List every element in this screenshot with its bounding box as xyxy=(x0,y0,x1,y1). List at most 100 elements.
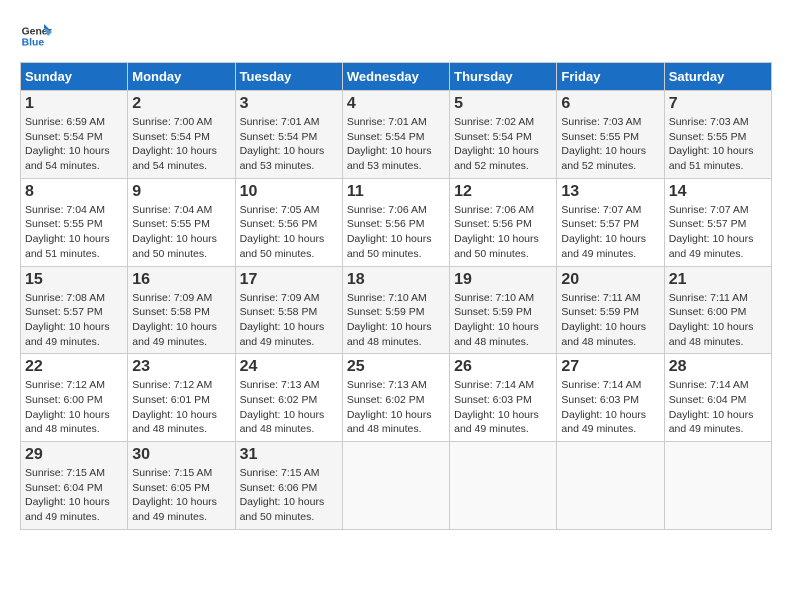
day-info: Sunrise: 7:09 AM Sunset: 5:58 PM Dayligh… xyxy=(240,291,338,350)
day-number: 6 xyxy=(561,95,659,113)
weekday-header-sunday: Sunday xyxy=(21,63,128,91)
calendar-cell: 7 Sunrise: 7:03 AM Sunset: 5:55 PM Dayli… xyxy=(664,91,771,179)
day-number: 14 xyxy=(669,183,767,201)
calendar-cell: 15 Sunrise: 7:08 AM Sunset: 5:57 PM Dayl… xyxy=(21,266,128,354)
day-number: 11 xyxy=(347,183,445,201)
day-info: Sunrise: 7:03 AM Sunset: 5:55 PM Dayligh… xyxy=(669,115,767,174)
weekday-header-friday: Friday xyxy=(557,63,664,91)
calendar-cell: 21 Sunrise: 7:11 AM Sunset: 6:00 PM Dayl… xyxy=(664,266,771,354)
day-info: Sunrise: 7:14 AM Sunset: 6:03 PM Dayligh… xyxy=(561,378,659,437)
calendar-cell: 17 Sunrise: 7:09 AM Sunset: 5:58 PM Dayl… xyxy=(235,266,342,354)
day-number: 29 xyxy=(25,446,123,464)
day-info: Sunrise: 7:10 AM Sunset: 5:59 PM Dayligh… xyxy=(454,291,552,350)
day-number: 28 xyxy=(669,358,767,376)
day-number: 18 xyxy=(347,271,445,289)
weekday-header-monday: Monday xyxy=(128,63,235,91)
day-info: Sunrise: 7:05 AM Sunset: 5:56 PM Dayligh… xyxy=(240,203,338,262)
weekday-header-thursday: Thursday xyxy=(450,63,557,91)
day-info: Sunrise: 7:14 AM Sunset: 6:04 PM Dayligh… xyxy=(669,378,767,437)
calendar-cell: 16 Sunrise: 7:09 AM Sunset: 5:58 PM Dayl… xyxy=(128,266,235,354)
calendar-cell: 19 Sunrise: 7:10 AM Sunset: 5:59 PM Dayl… xyxy=(450,266,557,354)
calendar-cell: 2 Sunrise: 7:00 AM Sunset: 5:54 PM Dayli… xyxy=(128,91,235,179)
day-number: 10 xyxy=(240,183,338,201)
day-info: Sunrise: 7:00 AM Sunset: 5:54 PM Dayligh… xyxy=(132,115,230,174)
day-number: 15 xyxy=(25,271,123,289)
calendar-cell xyxy=(450,442,557,530)
day-number: 31 xyxy=(240,446,338,464)
day-number: 23 xyxy=(132,358,230,376)
day-info: Sunrise: 7:04 AM Sunset: 5:55 PM Dayligh… xyxy=(25,203,123,262)
day-info: Sunrise: 7:07 AM Sunset: 5:57 PM Dayligh… xyxy=(561,203,659,262)
day-number: 4 xyxy=(347,95,445,113)
day-number: 19 xyxy=(454,271,552,289)
day-info: Sunrise: 7:12 AM Sunset: 6:00 PM Dayligh… xyxy=(25,378,123,437)
day-number: 9 xyxy=(132,183,230,201)
calendar-table: SundayMondayTuesdayWednesdayThursdayFrid… xyxy=(20,62,772,530)
calendar-cell: 13 Sunrise: 7:07 AM Sunset: 5:57 PM Dayl… xyxy=(557,178,664,266)
day-number: 13 xyxy=(561,183,659,201)
day-info: Sunrise: 7:03 AM Sunset: 5:55 PM Dayligh… xyxy=(561,115,659,174)
day-info: Sunrise: 7:01 AM Sunset: 5:54 PM Dayligh… xyxy=(347,115,445,174)
day-info: Sunrise: 7:09 AM Sunset: 5:58 PM Dayligh… xyxy=(132,291,230,350)
calendar-cell: 22 Sunrise: 7:12 AM Sunset: 6:00 PM Dayl… xyxy=(21,354,128,442)
day-info: Sunrise: 7:13 AM Sunset: 6:02 PM Dayligh… xyxy=(347,378,445,437)
day-number: 5 xyxy=(454,95,552,113)
svg-text:Blue: Blue xyxy=(22,38,45,49)
calendar-cell: 12 Sunrise: 7:06 AM Sunset: 5:56 PM Dayl… xyxy=(450,178,557,266)
calendar-cell: 20 Sunrise: 7:11 AM Sunset: 5:59 PM Dayl… xyxy=(557,266,664,354)
day-info: Sunrise: 7:14 AM Sunset: 6:03 PM Dayligh… xyxy=(454,378,552,437)
calendar-cell: 24 Sunrise: 7:13 AM Sunset: 6:02 PM Dayl… xyxy=(235,354,342,442)
day-number: 20 xyxy=(561,271,659,289)
day-number: 7 xyxy=(669,95,767,113)
calendar-cell: 8 Sunrise: 7:04 AM Sunset: 5:55 PM Dayli… xyxy=(21,178,128,266)
day-number: 12 xyxy=(454,183,552,201)
day-number: 16 xyxy=(132,271,230,289)
day-info: Sunrise: 7:06 AM Sunset: 5:56 PM Dayligh… xyxy=(454,203,552,262)
day-number: 26 xyxy=(454,358,552,376)
calendar-cell: 31 Sunrise: 7:15 AM Sunset: 6:06 PM Dayl… xyxy=(235,442,342,530)
calendar-cell: 28 Sunrise: 7:14 AM Sunset: 6:04 PM Dayl… xyxy=(664,354,771,442)
weekday-header-wednesday: Wednesday xyxy=(342,63,449,91)
day-number: 17 xyxy=(240,271,338,289)
day-info: Sunrise: 7:11 AM Sunset: 5:59 PM Dayligh… xyxy=(561,291,659,350)
day-number: 30 xyxy=(132,446,230,464)
calendar-cell: 18 Sunrise: 7:10 AM Sunset: 5:59 PM Dayl… xyxy=(342,266,449,354)
day-info: Sunrise: 7:10 AM Sunset: 5:59 PM Dayligh… xyxy=(347,291,445,350)
calendar-cell: 14 Sunrise: 7:07 AM Sunset: 5:57 PM Dayl… xyxy=(664,178,771,266)
day-number: 21 xyxy=(669,271,767,289)
calendar-cell: 23 Sunrise: 7:12 AM Sunset: 6:01 PM Dayl… xyxy=(128,354,235,442)
logo: General Blue xyxy=(20,20,56,52)
calendar-cell: 26 Sunrise: 7:14 AM Sunset: 6:03 PM Dayl… xyxy=(450,354,557,442)
calendar-cell xyxy=(557,442,664,530)
calendar-cell: 30 Sunrise: 7:15 AM Sunset: 6:05 PM Dayl… xyxy=(128,442,235,530)
day-info: Sunrise: 7:12 AM Sunset: 6:01 PM Dayligh… xyxy=(132,378,230,437)
day-number: 1 xyxy=(25,95,123,113)
calendar-cell: 25 Sunrise: 7:13 AM Sunset: 6:02 PM Dayl… xyxy=(342,354,449,442)
calendar-cell xyxy=(664,442,771,530)
calendar-cell: 11 Sunrise: 7:06 AM Sunset: 5:56 PM Dayl… xyxy=(342,178,449,266)
day-number: 22 xyxy=(25,358,123,376)
day-number: 27 xyxy=(561,358,659,376)
calendar-cell: 5 Sunrise: 7:02 AM Sunset: 5:54 PM Dayli… xyxy=(450,91,557,179)
day-number: 2 xyxy=(132,95,230,113)
day-info: Sunrise: 7:04 AM Sunset: 5:55 PM Dayligh… xyxy=(132,203,230,262)
calendar-cell: 6 Sunrise: 7:03 AM Sunset: 5:55 PM Dayli… xyxy=(557,91,664,179)
day-number: 24 xyxy=(240,358,338,376)
day-info: Sunrise: 7:01 AM Sunset: 5:54 PM Dayligh… xyxy=(240,115,338,174)
header: General Blue xyxy=(20,20,772,52)
weekday-header-saturday: Saturday xyxy=(664,63,771,91)
day-info: Sunrise: 7:08 AM Sunset: 5:57 PM Dayligh… xyxy=(25,291,123,350)
weekday-header-tuesday: Tuesday xyxy=(235,63,342,91)
day-info: Sunrise: 7:15 AM Sunset: 6:05 PM Dayligh… xyxy=(132,466,230,525)
day-info: Sunrise: 7:13 AM Sunset: 6:02 PM Dayligh… xyxy=(240,378,338,437)
calendar-cell: 1 Sunrise: 6:59 AM Sunset: 5:54 PM Dayli… xyxy=(21,91,128,179)
day-info: Sunrise: 7:06 AM Sunset: 5:56 PM Dayligh… xyxy=(347,203,445,262)
day-info: Sunrise: 7:02 AM Sunset: 5:54 PM Dayligh… xyxy=(454,115,552,174)
day-number: 3 xyxy=(240,95,338,113)
day-info: Sunrise: 7:07 AM Sunset: 5:57 PM Dayligh… xyxy=(669,203,767,262)
calendar-cell: 27 Sunrise: 7:14 AM Sunset: 6:03 PM Dayl… xyxy=(557,354,664,442)
day-info: Sunrise: 7:15 AM Sunset: 6:04 PM Dayligh… xyxy=(25,466,123,525)
calendar-cell: 4 Sunrise: 7:01 AM Sunset: 5:54 PM Dayli… xyxy=(342,91,449,179)
day-info: Sunrise: 7:11 AM Sunset: 6:00 PM Dayligh… xyxy=(669,291,767,350)
calendar-cell: 3 Sunrise: 7:01 AM Sunset: 5:54 PM Dayli… xyxy=(235,91,342,179)
